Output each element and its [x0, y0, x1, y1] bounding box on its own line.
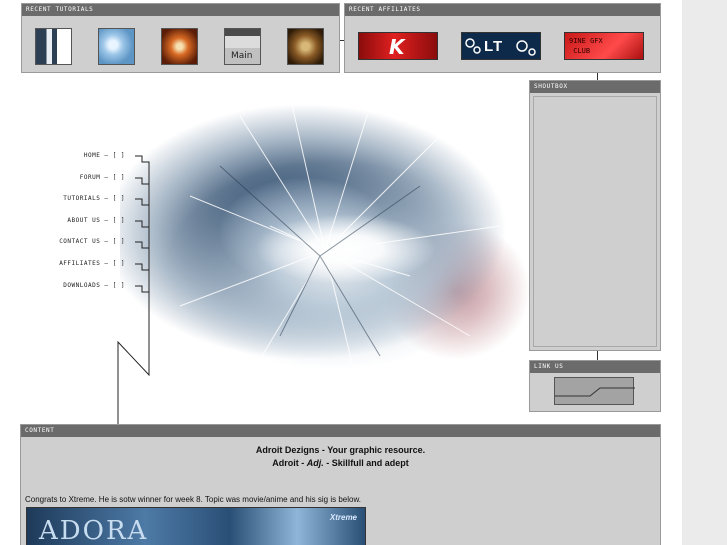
affiliate-logo-text: LT	[484, 38, 504, 55]
recent-tutorials-panel: RECENT TUTORIALS Main	[21, 3, 340, 73]
tutorial-thumb[interactable]	[98, 28, 135, 65]
affiliate-logo-text: K	[389, 35, 405, 59]
nav-forum[interactable]: FORUM — [ ]	[80, 174, 125, 181]
affiliate-banner[interactable]: LT	[461, 32, 541, 60]
bracket-icon: [ ]	[112, 260, 125, 267]
panel-title: SHOUTBOX	[530, 81, 660, 93]
signature-title: ADORA	[39, 516, 149, 545]
nav-home[interactable]: HOME — [ ]	[84, 152, 125, 159]
definition-a: Adroit -	[272, 458, 307, 468]
connector-line	[597, 73, 598, 80]
nav-label: CONTACT US	[59, 238, 101, 245]
news-text: Congrats to Xtreme. He is sotw winner fo…	[25, 495, 361, 504]
link-us-panel: LINK US	[529, 360, 661, 412]
definition-adj: Adj.	[306, 458, 324, 468]
nav-tutorials[interactable]: TUTORIALS — [ ]	[63, 195, 125, 202]
signature-tag: Xtreme	[329, 513, 357, 522]
winner-signature-image: ADORA Xtreme	[26, 507, 366, 545]
nav-downloads[interactable]: DOWNLOADS — [ ]	[63, 282, 125, 289]
tutorial-thumb[interactable]	[287, 28, 324, 65]
bracket-icon: [ ]	[112, 152, 125, 159]
nav-label: AFFILIATES	[59, 260, 101, 267]
site-definition: Adroit - Adj. - Skillfull and adept	[21, 458, 660, 468]
link-line-icon	[555, 387, 635, 397]
content-panel: CONTENT Adroit Dezigns - Your graphic re…	[20, 424, 661, 545]
panel-title: RECENT TUTORIALS	[22, 4, 339, 16]
affiliate-logo-text: 9INE GFX CLUB	[569, 37, 603, 55]
panel-title: LINK US	[530, 361, 660, 373]
connector-line	[597, 351, 598, 360]
thumb-label: Main	[231, 51, 253, 61]
nav-label: ABOUT US	[67, 217, 101, 224]
bracket-icon: [ ]	[112, 217, 125, 224]
nav-about-us[interactable]: ABOUT US — [ ]	[67, 217, 125, 224]
bracket-icon: [ ]	[112, 238, 125, 245]
nav-contact-us[interactable]: CONTACT US — [ ]	[59, 238, 125, 245]
bracket-icon: [ ]	[112, 195, 125, 202]
panel-title: CONTENT	[21, 425, 660, 437]
nav-label: FORUM	[79, 174, 101, 181]
nav-label: TUTORIALS	[63, 195, 101, 202]
right-gutter	[682, 0, 727, 545]
affiliate-banner[interactable]: K	[358, 32, 438, 60]
panel-title: RECENT AFFILIATES	[345, 4, 660, 16]
content-body: Adroit Dezigns - Your graphic resource. …	[21, 437, 660, 545]
nav-label: DOWNLOADS	[63, 282, 101, 289]
splash-streaks	[179, 95, 501, 397]
bracket-icon: [ ]	[112, 282, 125, 289]
site-tagline: Adroit Dezigns - Your graphic resource.	[255, 445, 426, 455]
shoutbox-area[interactable]	[533, 96, 657, 347]
tutorial-thumb[interactable]	[161, 28, 198, 65]
recent-affiliates-panel: RECENT AFFILIATES K LT 9INE GFX CLUB	[344, 3, 661, 73]
tutorial-thumb[interactable]: Main	[224, 28, 261, 65]
nav-affiliates[interactable]: AFFILIATES — [ ]	[59, 260, 125, 267]
affiliate-banner[interactable]: 9INE GFX CLUB	[564, 32, 644, 60]
shoutbox-panel: SHOUTBOX	[529, 80, 661, 351]
definition-b: - Skillfull and adept	[323, 458, 409, 468]
link-us-button[interactable]	[554, 377, 635, 405]
nav-label: HOME	[83, 152, 101, 159]
tutorial-thumb[interactable]	[35, 28, 72, 65]
bracket-icon: [ ]	[112, 174, 125, 181]
